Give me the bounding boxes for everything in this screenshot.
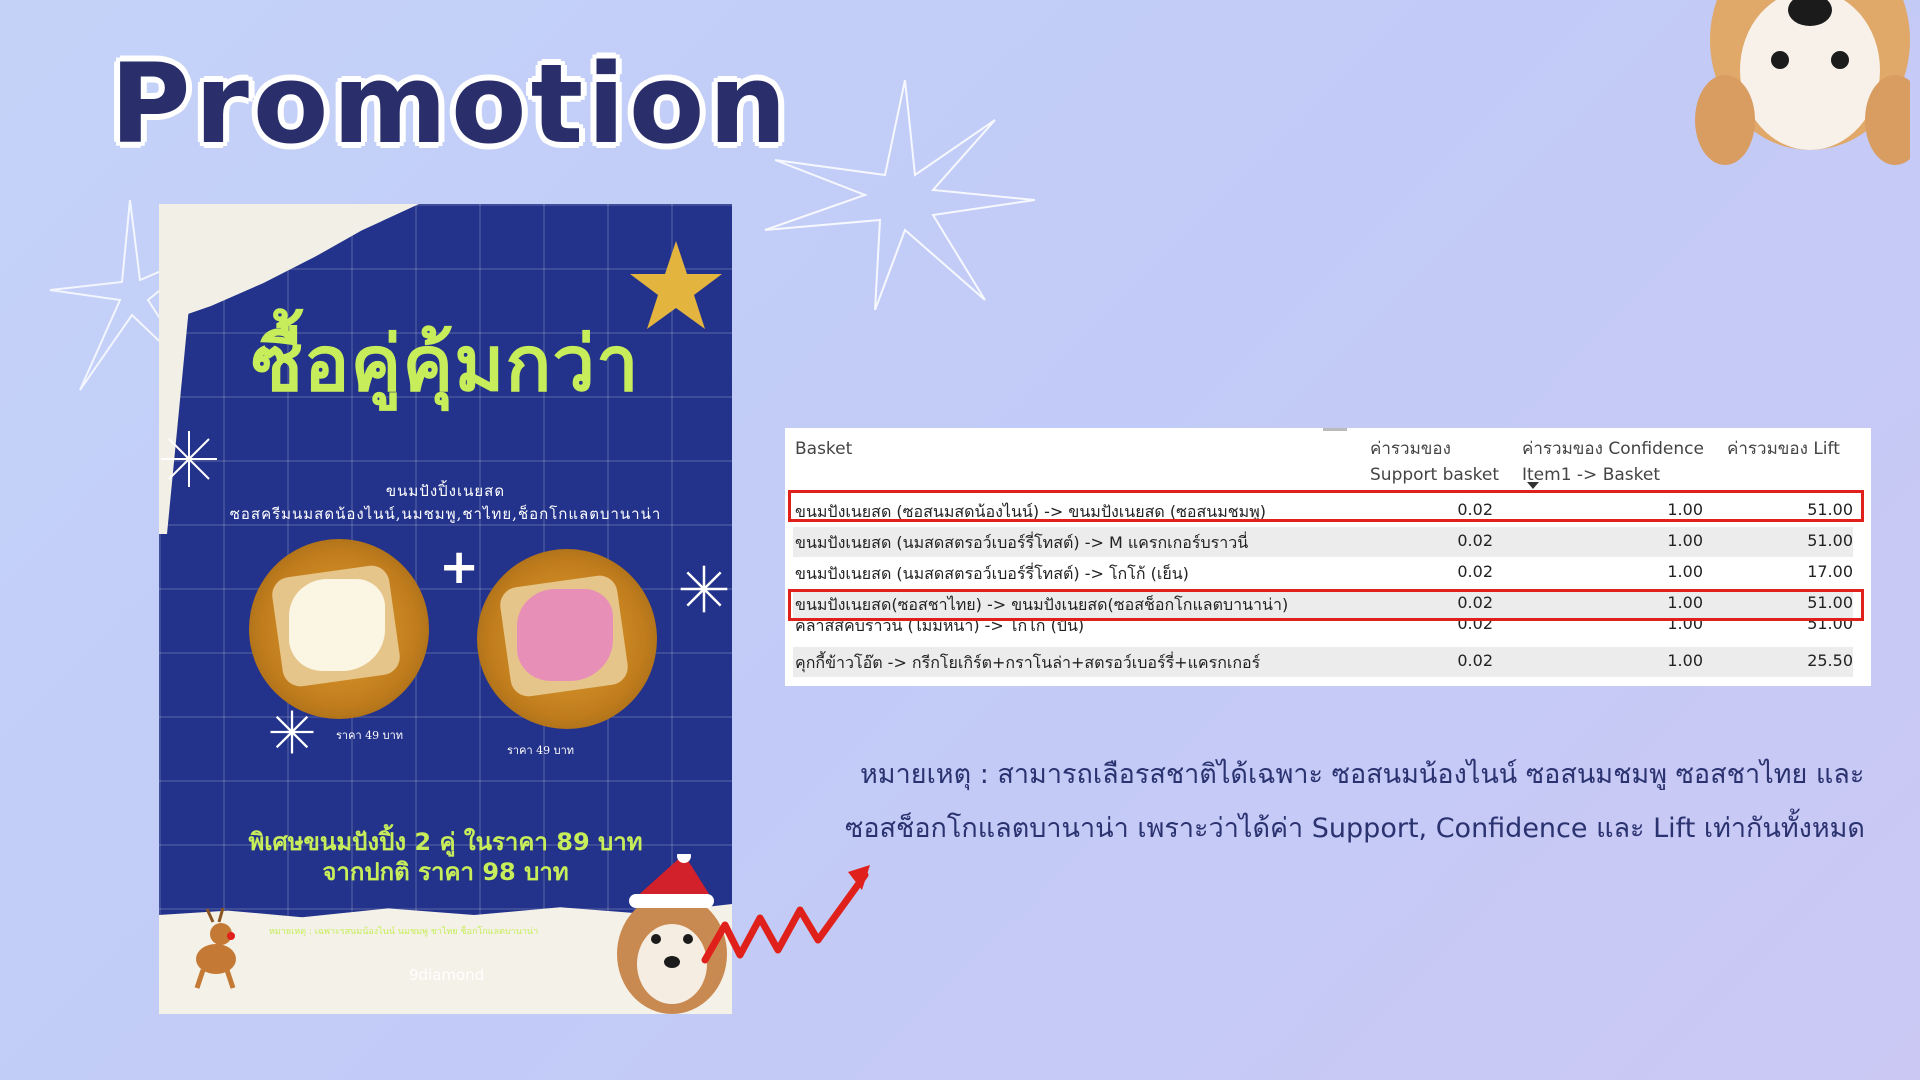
corgi-image — [1695, 0, 1910, 165]
cell-basket: ขนมปังเนยสด (นมสดสตรอว์เบอร์รี่โทสต์) ->… — [795, 533, 1249, 552]
table-row[interactable]: คลาสสิคบราวนี่ (ไม่มีหน้า) -> โกโก้ (ปั่… — [793, 620, 1853, 642]
cell-basket: คลาสสิคบราวนี่ (ไม่มีหน้า) -> โกโก้ (ปั่… — [795, 620, 1085, 635]
price-label: ราคา 49 บาท — [336, 729, 404, 742]
cell-confidence: 1.00 — [1667, 531, 1703, 550]
snowflake-icon — [270, 710, 314, 754]
promo-poster: ซื้อคู่คุ้มกว่า ขนมปังปิ้งเนยสด ซอสครีมน… — [159, 204, 732, 1014]
sparkle-icon — [764, 80, 1035, 310]
table-row[interactable]: คุกกี้ข้าวโอ๊ต -> กรีกโยเกิร์ต+กราโนล่า+… — [793, 647, 1853, 677]
cell-confidence: 1.00 — [1667, 620, 1703, 633]
poster-brand: 9diamond — [409, 966, 485, 984]
poster-subtitle: ขนมปังปิ้งเนยสด — [385, 482, 506, 500]
header-confidence[interactable]: ค่ารวมของ Confidence Item1 -> Basket — [1522, 436, 1704, 488]
poster-note: หมายเหตุ : เฉพาะรสนมน้องไนน์ นมชมพู ชาไท… — [269, 927, 539, 937]
toast-image-pink — [477, 549, 657, 729]
cell-basket: ขนมปังเนยสด (นมสดสตรอว์เบอร์รี่โทสต์) ->… — [795, 564, 1189, 583]
header-lift[interactable]: ค่ารวมของ Lift — [1727, 436, 1840, 462]
poster-subtitle: ซอสครีมนมสดน้องไนน์,นมชมพู,ชาไทย,ช็อกโกแ… — [229, 505, 662, 523]
toast-image-white — [249, 539, 429, 719]
header-support-line1: ค่ารวมของ — [1370, 439, 1451, 459]
highlight-box — [788, 589, 1864, 621]
table-row[interactable]: ขนมปังเนยสด (นมสดสตรอว์เบอร์รี่โทสต์) ->… — [793, 558, 1853, 588]
table-resize-handle[interactable] — [1323, 428, 1347, 431]
cell-confidence: 1.00 — [1667, 562, 1703, 581]
remark-text: หมายเหตุ : สามารถเลือรสชาติได้เฉพาะ ซอสน… — [860, 759, 1865, 790]
header-support[interactable]: ค่ารวมของ Support basket — [1370, 436, 1499, 488]
cell-support: 0.02 — [1457, 562, 1493, 581]
price-label: ราคา 49 บาท — [507, 744, 575, 757]
poster-headline: ซื้อคู่คุ้มกว่า — [251, 319, 640, 408]
plus-icon: + — [439, 539, 480, 595]
red-arrow-icon — [701, 865, 870, 964]
header-support-line2: Support basket — [1370, 465, 1500, 485]
header-basket[interactable]: Basket — [795, 436, 852, 462]
slide-title: Promotion — [110, 40, 791, 168]
cell-support: 0.02 — [1457, 651, 1493, 670]
cell-support: 0.02 — [1457, 620, 1493, 633]
cell-lift: 51.00 — [1807, 531, 1853, 550]
cell-confidence: 1.00 — [1667, 651, 1703, 670]
cell-basket: คุกกี้ข้าวโอ๊ต -> กรีกโยเกิร์ต+กราโนล่า+… — [795, 653, 1261, 672]
reindeer-icon — [194, 907, 236, 989]
cell-lift: 25.50 — [1807, 651, 1853, 670]
cell-lift: 51.00 — [1807, 620, 1853, 633]
cell-support: 0.02 — [1457, 531, 1493, 550]
snowflake-icon — [161, 431, 217, 487]
table-row[interactable]: ขนมปังเนยสด (นมสดสตรอว์เบอร์รี่โทสต์) ->… — [793, 527, 1853, 557]
highlight-box — [788, 490, 1864, 522]
cell-lift: 17.00 — [1807, 562, 1853, 581]
header-confidence-line1: ค่ารวมของ Confidence — [1522, 439, 1704, 459]
header-confidence-line2: Item1 -> Basket — [1522, 465, 1661, 485]
snowflake-icon — [680, 565, 728, 613]
remark-text: ซอสช็อกโกแลตบานาน่า เพราะว่าได้ค่า Suppo… — [845, 813, 1865, 844]
association-rules-table: Basket ค่ารวมของ Support basket ค่ารวมขอ… — [785, 428, 1871, 686]
sort-descending-icon[interactable] — [1527, 482, 1539, 489]
